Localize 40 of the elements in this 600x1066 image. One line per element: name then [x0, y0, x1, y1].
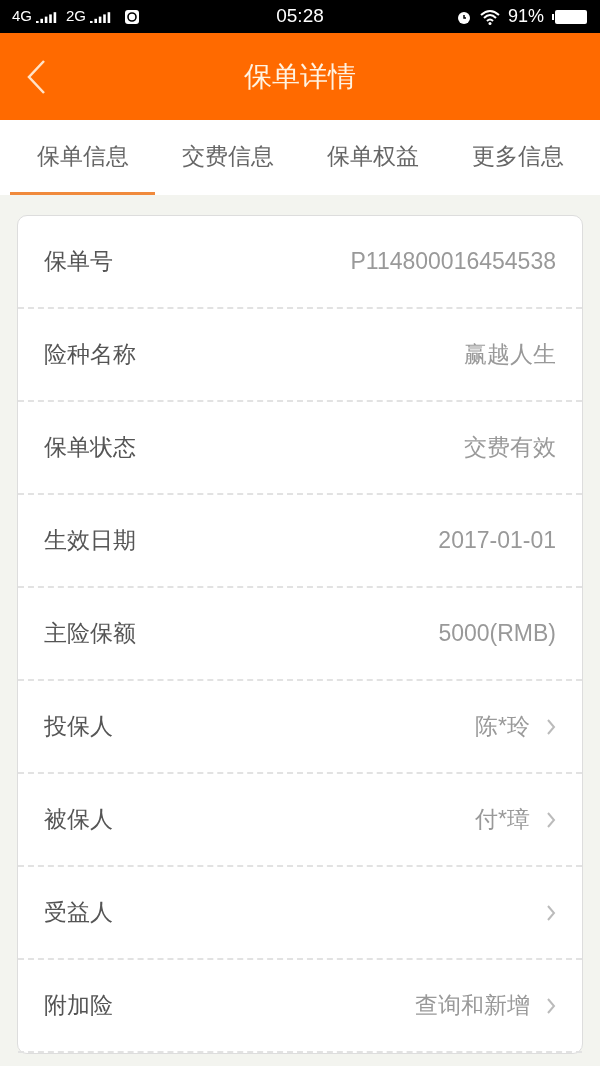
- chevron-right-icon: [546, 996, 556, 1015]
- row-value: 交费有效: [464, 433, 556, 463]
- row-label: 险种名称: [44, 340, 136, 370]
- row-value: P114800016454538: [350, 247, 556, 277]
- row-label: 被保人: [44, 805, 113, 835]
- row-value: 5000(RMB): [438, 619, 556, 649]
- info-row[interactable]: 附加险 查询和新增: [18, 960, 582, 1053]
- battery-icon: [552, 8, 588, 25]
- row-label: 主险保额: [44, 619, 136, 649]
- page-title: 保单详情: [244, 59, 356, 94]
- row-value: 陈*玲: [475, 712, 530, 742]
- wifi-icon: [479, 8, 500, 25]
- app-notification-icon: [124, 8, 141, 25]
- network-label: 2G: [66, 6, 87, 27]
- row-label: 保单号: [44, 247, 113, 277]
- tab[interactable]: 保单权益: [300, 120, 445, 195]
- info-row[interactable]: 投保人 陈*玲: [18, 681, 582, 774]
- row-value: 赢越人生: [464, 340, 556, 370]
- row-label: 投保人: [44, 712, 113, 742]
- tab[interactable]: 交费信息: [155, 120, 300, 195]
- clock: 05:28: [275, 4, 325, 29]
- row-value: 付*璋: [475, 805, 530, 835]
- info-row[interactable]: 受益人: [18, 867, 582, 960]
- chevron-right-icon: [546, 717, 556, 736]
- tab[interactable]: 更多信息: [445, 120, 590, 195]
- tab[interactable]: 保单信息: [10, 120, 155, 195]
- row-label: 附加险: [44, 991, 113, 1021]
- signal-icon: [36, 10, 58, 23]
- network-label: 4G: [12, 6, 32, 27]
- chevron-right-icon: [546, 810, 556, 829]
- row-value: 2017-01-01: [438, 526, 556, 556]
- back-icon: [26, 59, 46, 95]
- chevron-right-icon: [546, 903, 556, 922]
- row-label: 受益人: [44, 898, 113, 928]
- signal-icon: [90, 10, 113, 23]
- row-label: 生效日期: [44, 526, 136, 556]
- info-row[interactable]: 被保人 付*璋: [18, 774, 582, 867]
- row-value: 查询和新增: [415, 991, 530, 1021]
- row-label: 保单状态: [44, 433, 136, 463]
- battery-percent: 91%: [507, 5, 544, 28]
